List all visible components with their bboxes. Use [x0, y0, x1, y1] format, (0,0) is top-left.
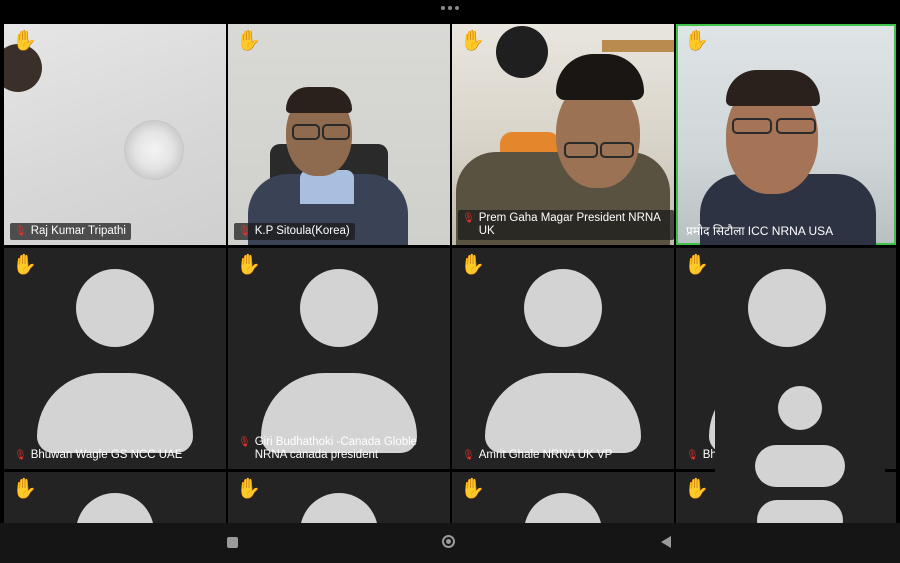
participant-name-tag: 🎙 Raj Kumar Tripathi — [10, 223, 131, 240]
avatar-head — [778, 386, 822, 430]
participant-name: K.P Sitoula(Korea) — [254, 225, 350, 237]
participant-tile[interactable]: ✋ 🎙 Giri Budhathoki -Canada Globle NRNA … — [228, 248, 450, 469]
mic-muted-icon: 🎙 — [686, 450, 699, 461]
mic-muted-icon: 🎙 — [238, 226, 251, 237]
participant-tile[interactable]: ✋ 🎙 Prem Gaha Magar President NRNA UK — [452, 24, 674, 245]
avatar-body — [755, 445, 845, 487]
participant-name: Prem Gaha Magar President NRNA UK — [478, 212, 661, 237]
participant-name-tag: 🎙 Bhuwan Wagle GS NCC UAE — [10, 447, 187, 464]
participant-name: Amrit Ghale NRNA UK VP — [478, 449, 613, 461]
avatar-head — [76, 493, 154, 523]
raised-hand-icon: ✋ — [236, 30, 261, 52]
mic-muted-icon: 🎙 — [14, 226, 27, 237]
more-dots-icon[interactable] — [441, 6, 459, 12]
raised-hand-icon: ✋ — [460, 478, 485, 500]
raised-hand-icon: ✋ — [236, 478, 261, 500]
square-recents-icon[interactable] — [227, 537, 238, 548]
participant-name: Giri Budhathoki -Canada Globle NRNA cana… — [254, 436, 418, 461]
glasses — [322, 124, 350, 140]
participant-tile[interactable]: ✋ — [452, 472, 674, 523]
glasses — [732, 118, 772, 134]
avatar-body — [485, 373, 641, 453]
avatar-body — [757, 500, 843, 525]
participant-name: Raj Kumar Tripathi — [30, 225, 126, 237]
avatar-head — [524, 269, 602, 347]
mic-muted-icon: 🎙 — [14, 450, 27, 461]
participant-tile[interactable]: ✋ — [228, 472, 450, 523]
raised-hand-icon: ✋ — [12, 478, 37, 500]
raised-hand-icon: ✋ — [684, 30, 709, 52]
top-bar — [0, 0, 900, 22]
participant-name-tag: प्रमोद सिटौला ICC NRNA USA — [682, 223, 838, 240]
participant-name-tag: 🎙 Prem Gaha Magar President NRNA UK — [458, 210, 674, 240]
mic-muted-icon: 🎙 — [462, 450, 475, 461]
participant-tile[interactable]: ✋ 🎙 Raj Kumar Tripathi — [4, 24, 226, 245]
raised-hand-icon: ✋ — [12, 30, 37, 52]
avatar-head — [524, 493, 602, 523]
participant-hair — [556, 54, 644, 100]
wall-clock — [496, 26, 548, 78]
raised-hand-icon: ✋ — [684, 254, 709, 276]
circle-home-icon[interactable] — [442, 535, 455, 548]
glasses — [292, 124, 320, 140]
participant-tile-active-speaker[interactable]: ✋ प्रमोद सिटौला ICC NRNA USA — [676, 24, 896, 245]
triangle-back-icon[interactable] — [661, 536, 671, 548]
participant-hair — [726, 70, 820, 106]
ceiling-light — [124, 120, 184, 180]
raised-hand-icon: ✋ — [236, 254, 261, 276]
participant-tile[interactable]: ✋ 🎙 Bhuwan Wagle GS NCC UAE — [4, 248, 226, 469]
avatar-body — [37, 373, 193, 453]
participant-name-tag: 🎙 Giri Budhathoki -Canada Globle NRNA ca… — [234, 434, 433, 464]
avatar-head — [748, 269, 826, 347]
participant-name-tag: 🎙 K.P Sitoula(Korea) — [234, 223, 355, 240]
mic-muted-icon: 🎙 — [238, 437, 251, 448]
participant-name: प्रमोद सिटौला ICC NRNA USA — [686, 224, 834, 238]
avatar-head — [76, 269, 154, 347]
glasses — [600, 142, 634, 158]
avatar-head — [300, 269, 378, 347]
participant-tile[interactable]: ✋ 🎙 Amrit Ghale NRNA UK VP — [452, 248, 674, 469]
floating-self-view[interactable] — [715, 370, 885, 525]
glasses — [776, 118, 816, 134]
participant-tile[interactable]: ✋ 🎙 K.P Sitoula(Korea) — [228, 24, 450, 245]
avatar-head — [300, 493, 378, 523]
wall-shelf — [602, 40, 674, 52]
raised-hand-icon: ✋ — [12, 254, 37, 276]
participant-name: Bhuwan Wagle GS NCC UAE — [30, 449, 183, 461]
glasses — [564, 142, 598, 158]
mic-muted-icon: 🎙 — [462, 213, 475, 224]
raised-hand-icon: ✋ — [460, 254, 485, 276]
participant-tile[interactable]: ✋ — [4, 472, 226, 523]
raised-hand-icon: ✋ — [460, 30, 485, 52]
raised-hand-icon: ✋ — [684, 478, 709, 500]
participant-name-tag: 🎙 Amrit Ghale NRNA UK VP — [458, 447, 617, 464]
participant-hair — [286, 87, 352, 113]
